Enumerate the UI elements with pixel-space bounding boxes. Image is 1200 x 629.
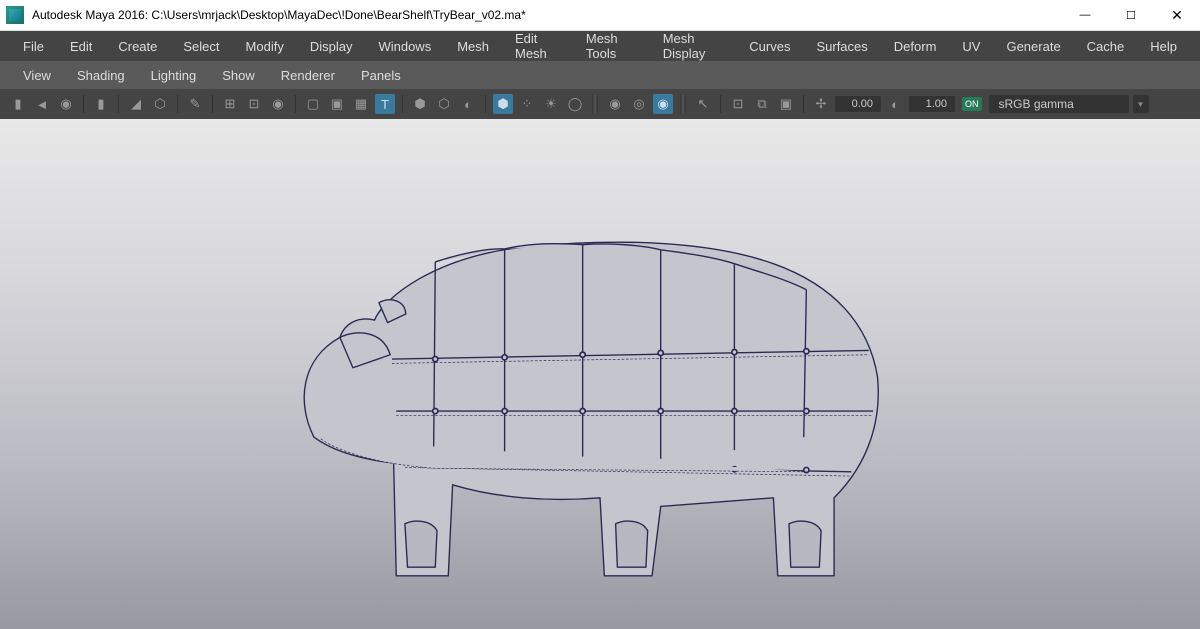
menu-select[interactable]: Select — [170, 39, 232, 54]
isolate-icon[interactable]: ◉ — [605, 94, 625, 114]
shaded-icon[interactable]: ⬢ — [410, 94, 430, 114]
camera-attributes-icon[interactable]: ◄ — [32, 94, 52, 114]
menu-cache[interactable]: Cache — [1074, 39, 1138, 54]
panel-view[interactable]: View — [10, 68, 64, 83]
menu-modify[interactable]: Modify — [233, 39, 297, 54]
menu-mesh-tools[interactable]: Mesh Tools — [573, 31, 650, 61]
menu-deform[interactable]: Deform — [881, 39, 950, 54]
xray-joints-icon[interactable]: ◉ — [653, 94, 673, 114]
xray-active-icon[interactable]: ↖ — [693, 94, 713, 114]
colorspace-toggle[interactable]: ON — [962, 97, 982, 111]
image-plane-icon[interactable]: ◢ — [126, 94, 146, 114]
grid-icon[interactable]: ✎ — [185, 94, 205, 114]
menu-surfaces[interactable]: Surfaces — [803, 39, 880, 54]
maximize-button[interactable]: ☐ — [1108, 0, 1154, 30]
safe-action-icon[interactable]: ▣ — [327, 94, 347, 114]
menu-uv[interactable]: UV — [949, 39, 993, 54]
menu-edit[interactable]: Edit — [57, 39, 105, 54]
window-titlebar: Autodesk Maya 2016: C:\Users\mrjack\Desk… — [0, 0, 1200, 31]
separator — [118, 95, 119, 113]
menu-edit-mesh[interactable]: Edit Mesh — [502, 31, 573, 61]
menu-file[interactable]: File — [10, 39, 57, 54]
exposure-value[interactable]: 0.00 — [835, 96, 881, 112]
lights-icon[interactable]: ☀ — [541, 94, 561, 114]
two-sided-icon[interactable]: ⬡ — [150, 94, 170, 114]
viewport[interactable] — [0, 119, 1200, 629]
bookmark-icon[interactable]: ▮ — [91, 94, 111, 114]
separator — [592, 95, 598, 113]
window-controls: — ☐ ✕ — [1062, 0, 1200, 30]
resolution-gate-icon[interactable]: ⊡ — [244, 94, 264, 114]
menu-mesh-display[interactable]: Mesh Display — [650, 31, 737, 61]
menu-display[interactable]: Display — [297, 39, 366, 54]
panel-show[interactable]: Show — [209, 68, 268, 83]
panel-menu-bar: View Shading Lighting Show Renderer Pane… — [0, 61, 1200, 89]
gamma-value[interactable]: 1.00 — [909, 96, 955, 112]
menu-windows[interactable]: Windows — [365, 39, 444, 54]
panel-panels[interactable]: Panels — [348, 68, 414, 83]
main-menu-bar: File Edit Create Select Modify Display W… — [0, 31, 1200, 61]
separator — [720, 95, 721, 113]
separator — [83, 95, 84, 113]
separator — [295, 95, 296, 113]
colorspace-dropdown-icon[interactable]: ▼ — [1133, 95, 1149, 113]
subdiv-icon[interactable]: ▣ — [776, 94, 796, 114]
separator — [803, 95, 804, 113]
wireframe-shaded-icon[interactable]: ⬡ — [434, 94, 454, 114]
polygons-icon[interactable]: ⊡ — [728, 94, 748, 114]
gate-mask-icon[interactable]: ◉ — [268, 94, 288, 114]
panel-lighting[interactable]: Lighting — [138, 68, 210, 83]
nurbs-icon[interactable]: ⧉ — [752, 94, 772, 114]
minimize-button[interactable]: — — [1062, 0, 1108, 30]
colorspace-label[interactable]: sRGB gamma — [989, 95, 1129, 113]
menu-help[interactable]: Help — [1137, 39, 1190, 54]
menu-create[interactable]: Create — [105, 39, 170, 54]
field-chart-icon[interactable]: ▢ — [303, 94, 323, 114]
menu-generate[interactable]: Generate — [993, 39, 1073, 54]
textured-icon[interactable]: ◐ — [458, 94, 478, 114]
window-title: Autodesk Maya 2016: C:\Users\mrjack\Desk… — [32, 8, 1062, 22]
viewport-toolbar: ▮ ◄ ◉ ▮ ◢ ⬡ ✎ ⊞ ⊡ ◉ ▢ ▣ ▦ T ⬢ ⬡ ◐ ⬢ ⁘ ☀ … — [0, 89, 1200, 119]
exposure-icon[interactable]: ✢ — [811, 94, 831, 114]
bear-wireframe-model — [90, 177, 1110, 611]
separator — [485, 95, 486, 113]
menu-mesh[interactable]: Mesh — [444, 39, 502, 54]
gamma-icon[interactable]: ◐ — [885, 94, 905, 114]
select-camera-icon[interactable]: ▮ — [8, 94, 28, 114]
film-gate-icon[interactable]: ⊞ — [220, 94, 240, 114]
use-all-lights-icon[interactable]: ⬢ — [493, 94, 513, 114]
panel-renderer[interactable]: Renderer — [268, 68, 348, 83]
menu-curves[interactable]: Curves — [736, 39, 803, 54]
panel-shading[interactable]: Shading — [64, 68, 138, 83]
separator — [680, 95, 686, 113]
maya-logo-icon — [6, 6, 24, 24]
safe-title-icon[interactable]: ▦ — [351, 94, 371, 114]
separator — [212, 95, 213, 113]
close-button[interactable]: ✕ — [1154, 0, 1200, 30]
separator — [177, 95, 178, 113]
default-light-icon[interactable]: ◯ — [565, 94, 585, 114]
wireframe-icon[interactable]: T — [375, 94, 395, 114]
shadows-icon[interactable]: ⁘ — [517, 94, 537, 114]
xray-icon[interactable]: ◎ — [629, 94, 649, 114]
bookmarks-icon[interactable]: ◉ — [56, 94, 76, 114]
separator — [402, 95, 403, 113]
